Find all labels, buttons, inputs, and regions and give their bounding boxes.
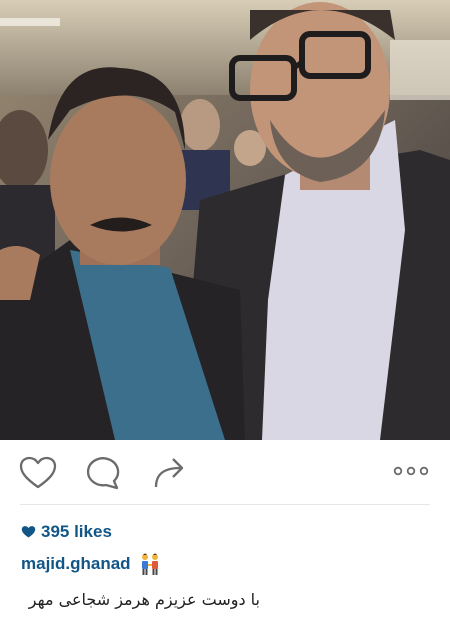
more-options-icon[interactable] bbox=[390, 462, 432, 480]
two-people-holding-hands-icon bbox=[141, 553, 158, 575]
caption-user-row: majid.ghanad bbox=[21, 552, 162, 576]
likes-count[interactable]: 395 likes bbox=[21, 521, 112, 543]
comment-bubble-icon[interactable] bbox=[84, 456, 122, 490]
heart-filled-icon bbox=[21, 526, 36, 538]
divider bbox=[20, 504, 430, 505]
post-photo[interactable] bbox=[0, 0, 450, 440]
like-heart-icon[interactable] bbox=[19, 456, 57, 490]
share-arrow-icon[interactable] bbox=[152, 456, 190, 490]
caption-text: با دوست عزیزم هرمز شجاعی مهر bbox=[28, 590, 260, 609]
action-bar bbox=[0, 440, 450, 504]
likes-count-label: 395 likes bbox=[41, 522, 112, 541]
username-link[interactable]: majid.ghanad bbox=[21, 554, 131, 574]
